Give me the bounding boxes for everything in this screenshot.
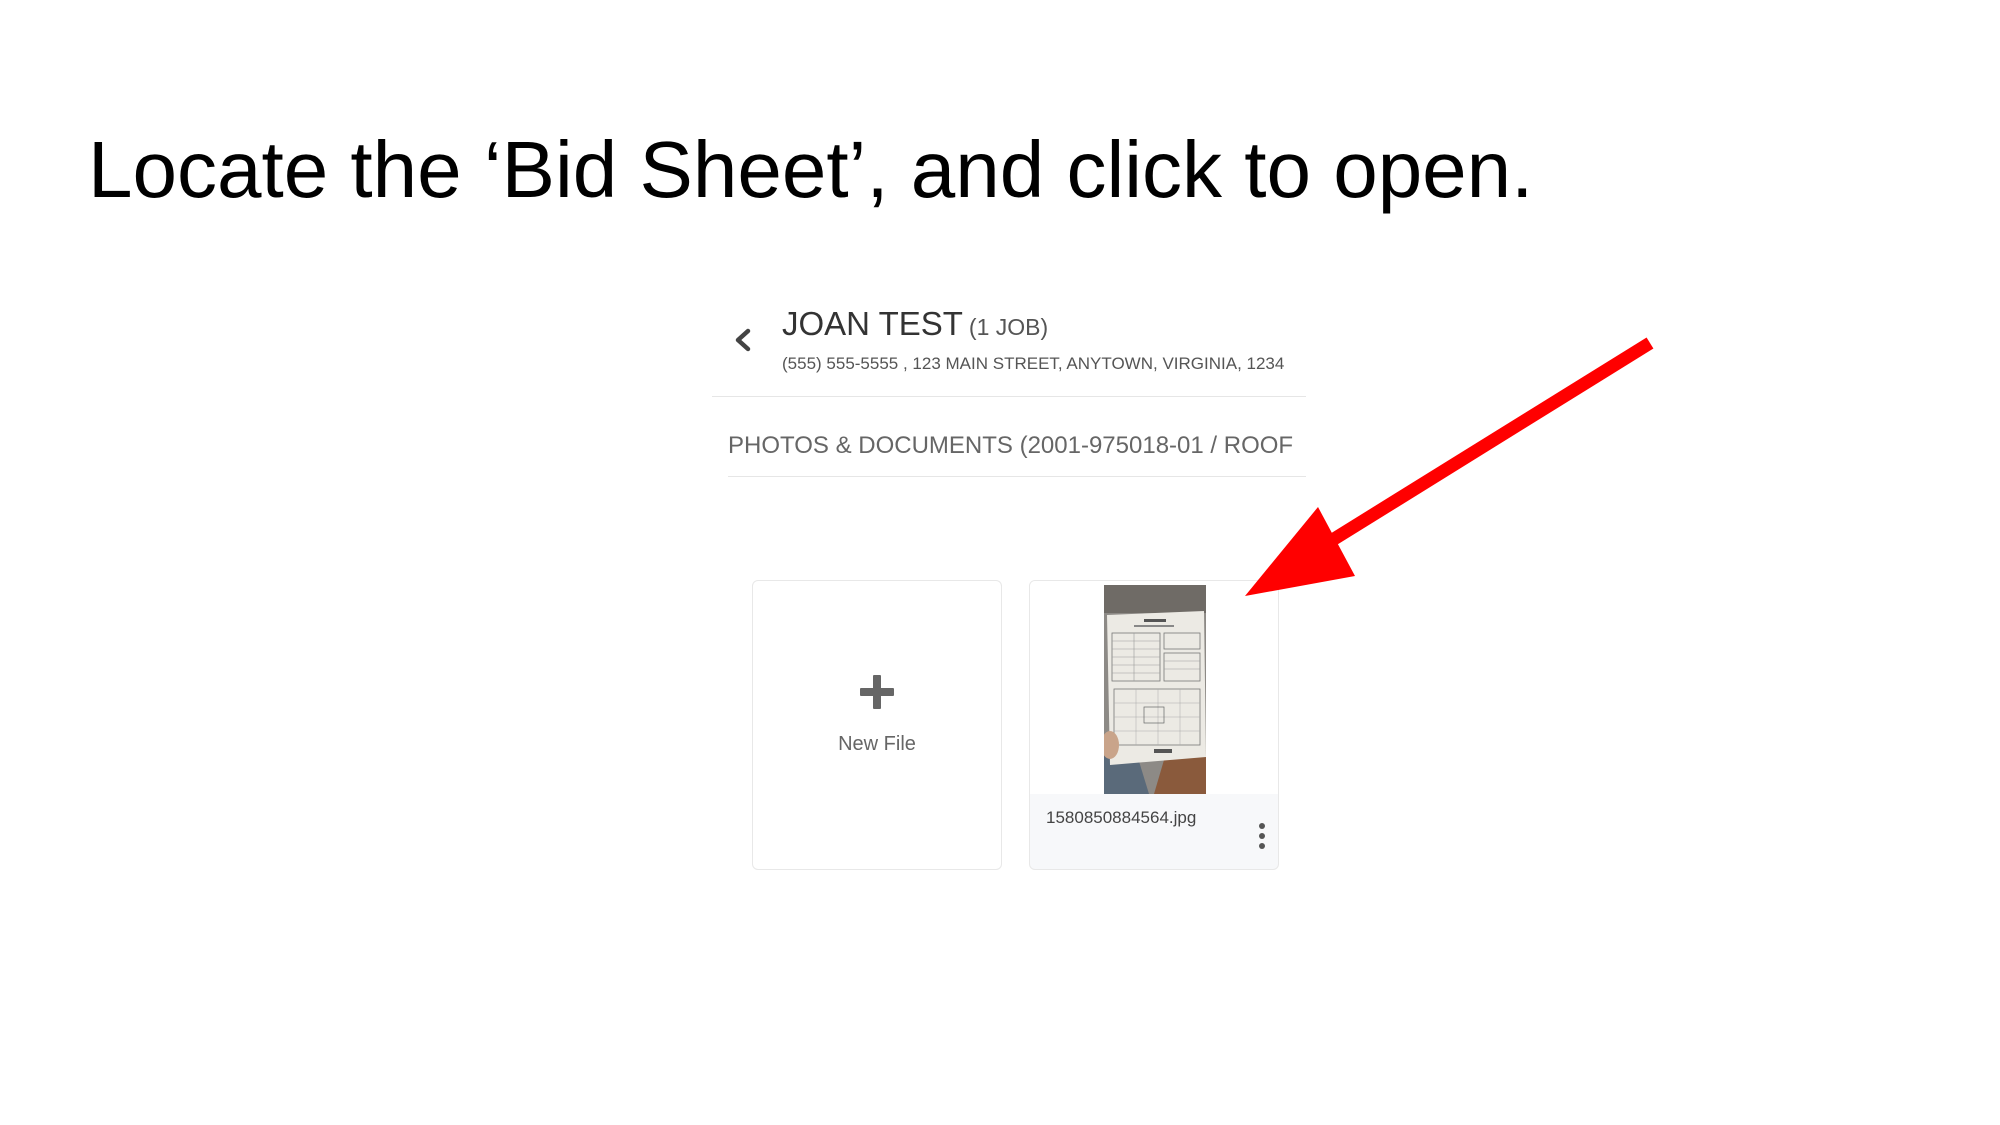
new-file-label: New File: [838, 733, 916, 755]
customer-name-text: JOAN TEST: [782, 305, 963, 342]
chevron-left-icon: [735, 328, 751, 352]
plus-icon: [860, 675, 894, 709]
customer-contact: (555) 555-5555 , 123 MAIN STREET, ANYTOW…: [782, 354, 1285, 373]
file-thumbnail-area[interactable]: [1030, 581, 1278, 794]
back-button[interactable]: [726, 318, 760, 362]
customer-files-panel: JOAN TEST (1 JOB) (555) 555-5555 , 123 MA…: [712, 290, 1306, 880]
file-card-bid-sheet[interactable]: 1580850884564.jpg: [1029, 580, 1279, 870]
new-file-button[interactable]: New File: [752, 580, 1002, 870]
file-name: 1580850884564.jpg: [1046, 808, 1197, 827]
customer-name: JOAN TEST (1 JOB): [782, 302, 1048, 349]
slide-instruction: Locate the ‘Bid Sheet’, and click to ope…: [88, 125, 1534, 214]
job-count: (1 JOB): [968, 314, 1049, 340]
bid-sheet-thumbnail[interactable]: [1104, 585, 1206, 794]
more-vertical-icon[interactable]: [1256, 823, 1268, 849]
photos-documents-title: PHOTOS & DOCUMENTS (2001-975018-01 / ROO…: [728, 420, 1306, 477]
customer-header: JOAN TEST (1 JOB) (555) 555-5555 , 123 MA…: [712, 290, 1306, 397]
